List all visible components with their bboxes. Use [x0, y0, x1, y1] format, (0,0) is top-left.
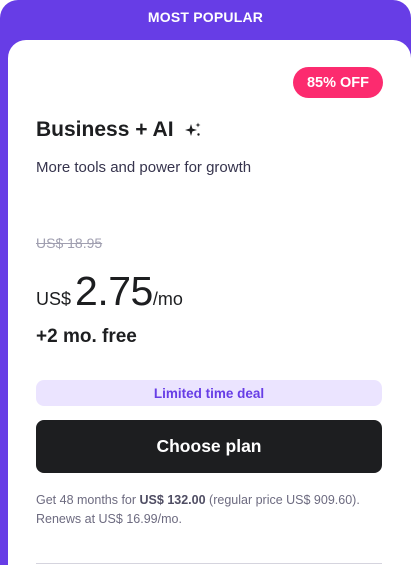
- limited-time-deal-badge: Limited time deal: [36, 380, 382, 406]
- plan-title-row: Business + AI: [36, 118, 202, 142]
- price-row: US$ 2.75 /mo: [36, 268, 183, 315]
- billing-fine-print: Get 48 months for US$ 132.00 (regular pr…: [36, 491, 376, 529]
- divider: [36, 563, 382, 564]
- free-months-bonus: +2 mo. free: [36, 326, 137, 347]
- banner-label: MOST POPULAR: [147, 9, 264, 25]
- plan-card: 85% OFF Business + AI More tools and pow…: [8, 40, 411, 565]
- choose-plan-button[interactable]: Choose plan: [36, 420, 382, 473]
- discount-badge: 85% OFF: [292, 67, 383, 98]
- price-amount: 2.75: [75, 268, 153, 314]
- sparkle-icon: [184, 122, 201, 136]
- plan-subtitle: More tools and power for growth: [36, 159, 252, 176]
- plan-title: Business + AI: [36, 118, 174, 141]
- old-price: US$ 18.95: [36, 235, 103, 251]
- discount-label: 85% OFF: [306, 74, 369, 91]
- fine-print-total: US$ 132.00: [139, 493, 206, 507]
- most-popular-banner: MOST POPULAR: [0, 0, 411, 34]
- fine-print-prefix: Get 48 months for: [36, 493, 140, 507]
- price-currency: US$: [36, 289, 72, 309]
- deal-label: Limited time deal: [153, 385, 265, 401]
- plan-card-frame: MOST POPULAR 85% OFF Business + AI More …: [0, 0, 411, 565]
- price-period: /mo: [152, 289, 183, 309]
